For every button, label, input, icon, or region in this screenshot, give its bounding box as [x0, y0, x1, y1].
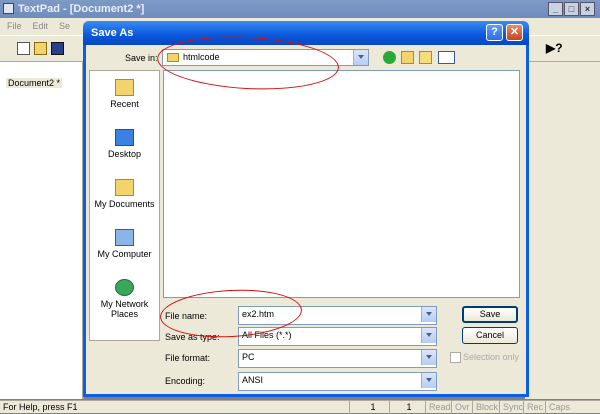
open-folder-icon[interactable] — [34, 42, 47, 55]
my-documents-icon — [115, 179, 134, 196]
place-my-documents[interactable]: My Documents — [89, 179, 160, 209]
folder-icon — [167, 53, 179, 62]
file-name-label: File name: — [165, 311, 208, 321]
menu-file[interactable]: File — [7, 21, 22, 31]
textpad-title: TextPad - [Document2 *] — [18, 3, 145, 15]
minimize-icon[interactable]: _ — [548, 2, 563, 16]
desktop-icon — [115, 129, 134, 146]
up-folder-icon[interactable] — [401, 51, 414, 64]
status-help-text: For Help, press F1 — [3, 402, 78, 412]
selection-only-checkbox[interactable] — [450, 352, 461, 363]
menu-search[interactable]: Se — [59, 21, 70, 31]
encoding-value: ANSI — [242, 375, 264, 385]
file-name-value: ex2.htm — [242, 309, 275, 319]
status-read: Read — [425, 401, 451, 414]
chevron-down-icon[interactable] — [421, 373, 436, 388]
maximize-icon[interactable]: □ — [564, 2, 579, 16]
document-tab[interactable]: Document2 * — [6, 78, 63, 88]
save-as-type-value: All Files (*.*) — [242, 330, 292, 340]
file-format-value: PC — [242, 352, 255, 362]
encoding-dropdown[interactable]: ANSI — [238, 372, 437, 391]
encoding-label: Encoding: — [165, 376, 206, 386]
save-as-type-label: Save as type: — [165, 332, 220, 342]
place-desktop[interactable]: Desktop — [89, 129, 160, 159]
new-file-icon[interactable] — [17, 42, 30, 55]
textpad-titlebar: TextPad - [Document2 *] _ □ × — [0, 0, 600, 18]
status-line: 1 — [349, 401, 393, 414]
selection-only-label: Selection only — [463, 352, 520, 362]
save-as-type-dropdown[interactable]: All Files (*.*) — [238, 327, 437, 346]
cancel-button[interactable]: Cancel — [462, 327, 518, 344]
file-format-dropdown[interactable]: PC — [238, 349, 437, 368]
status-sync: Sync — [499, 401, 523, 414]
close-button[interactable]: ✕ — [506, 24, 523, 41]
status-block: Block — [472, 401, 498, 414]
file-list[interactable] — [163, 70, 520, 298]
status-ovr: Ovr — [451, 401, 470, 414]
place-my-network-places[interactable]: My Network Places — [89, 279, 160, 319]
view-menu-icon[interactable] — [438, 51, 455, 64]
save-in-dropdown[interactable]: htmlcode — [162, 49, 369, 66]
whats-this-help-icon[interactable]: ▶? — [546, 41, 563, 55]
save-button[interactable]: Save — [462, 306, 518, 323]
place-my-computer[interactable]: My Computer — [89, 229, 160, 259]
recent-folder-icon — [115, 79, 134, 96]
back-icon[interactable] — [383, 51, 396, 64]
textpad-app-icon — [3, 3, 14, 14]
status-bar: For Help, press F1 1 1 Read Ovr Block Sy… — [0, 400, 600, 414]
file-name-input[interactable]: ex2.htm — [238, 306, 437, 325]
save-disk-icon[interactable] — [51, 42, 64, 55]
help-button[interactable]: ? — [486, 24, 503, 41]
chevron-down-icon[interactable] — [421, 307, 436, 322]
network-places-icon — [115, 279, 134, 296]
menu-edit[interactable]: Edit — [33, 21, 49, 31]
window-close-icon[interactable]: × — [580, 2, 595, 16]
save-in-value: htmlcode — [183, 52, 220, 62]
place-recent[interactable]: Recent — [89, 79, 160, 109]
my-computer-icon — [115, 229, 134, 246]
dialog-title: Save As — [83, 21, 529, 45]
chevron-down-icon[interactable] — [421, 328, 436, 343]
file-format-label: File format: — [165, 353, 211, 363]
document-selector-pane — [0, 62, 84, 399]
new-folder-icon[interactable] — [419, 51, 432, 64]
chevron-down-icon[interactable] — [421, 350, 436, 365]
editor-edge — [525, 62, 600, 399]
save-in-label: Save in: — [125, 53, 158, 63]
status-caps: Caps — [545, 401, 570, 414]
status-column: 1 — [389, 401, 425, 414]
status-rec: Rec — [523, 401, 543, 414]
chevron-down-icon[interactable] — [353, 50, 368, 65]
